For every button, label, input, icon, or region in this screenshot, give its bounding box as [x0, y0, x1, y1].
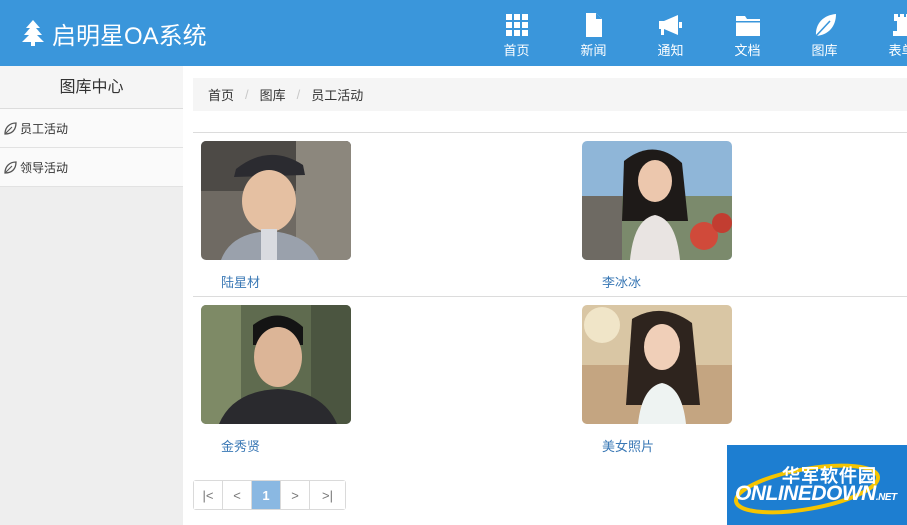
- nav-item-news[interactable]: 新闻: [555, 0, 632, 66]
- photo-caption[interactable]: 金秀贤: [201, 436, 351, 455]
- sidebar-item-label: 领导活动: [20, 160, 69, 175]
- pagination-next[interactable]: >: [281, 481, 310, 509]
- megaphone-icon: [658, 15, 682, 35]
- pagination: |< < 1 > >|: [193, 480, 346, 510]
- main-nav: 首页 新闻 通知 文档 图库 表: [478, 0, 907, 66]
- pagination-first[interactable]: |<: [194, 481, 223, 509]
- pagination-prev[interactable]: <: [223, 481, 252, 509]
- photo-caption[interactable]: 李冰冰: [582, 272, 732, 291]
- breadcrumb-separator: /: [296, 87, 301, 102]
- nav-item-gallery[interactable]: 图库: [786, 0, 863, 66]
- nav-label: 通知: [657, 43, 684, 58]
- grid-icon: [505, 14, 528, 36]
- watermark-en-text: ONLINEDOWN.NET: [735, 482, 897, 505]
- watermark-logo: 华军软件园 ONLINEDOWN.NET: [727, 445, 907, 525]
- leaf-icon: [4, 160, 17, 174]
- document-icon: [585, 13, 602, 37]
- app-title: 启明星OA系统: [52, 22, 207, 50]
- sidebar-item-label: 员工活动: [20, 121, 69, 136]
- photo-thumbnail[interactable]: [582, 305, 732, 424]
- pagination-current-page[interactable]: 1: [252, 481, 281, 509]
- photo-thumbnail[interactable]: [201, 305, 351, 424]
- gallery-card: 陆星材: [201, 141, 351, 291]
- breadcrumb-current: 员工活动: [311, 88, 364, 103]
- nav-item-home[interactable]: 首页: [478, 0, 555, 66]
- leaf-icon: [4, 121, 17, 135]
- gallery-card: 金秀贤: [201, 305, 351, 455]
- brand[interactable]: 启明星OA系统: [22, 17, 207, 50]
- nav-label: 新闻: [580, 43, 607, 58]
- sidebar-title: 图库中心: [0, 66, 183, 109]
- nav-label: 文档: [734, 43, 761, 58]
- nav-item-forms[interactable]: 表单: [863, 0, 907, 66]
- gallery-card: 美女照片: [582, 305, 732, 455]
- breadcrumb-gallery[interactable]: 图库: [260, 85, 286, 104]
- nav-item-documents[interactable]: 文档: [709, 0, 786, 66]
- divider: [193, 296, 907, 297]
- nav-label: 表单: [888, 43, 907, 58]
- nav-item-notice[interactable]: 通知: [632, 0, 709, 66]
- photo-caption[interactable]: 陆星材: [201, 272, 351, 291]
- gallery-card: 李冰冰: [582, 141, 732, 291]
- top-navbar: 启明星OA系统 首页 新闻 通知 文档 图库 表: [0, 0, 907, 66]
- nav-label: 图库: [811, 43, 838, 58]
- folder-icon: [735, 16, 760, 36]
- tree-icon: [22, 20, 44, 46]
- breadcrumb-separator: /: [245, 87, 249, 102]
- sidebar-item-leader-activities[interactable]: 领导活动: [0, 148, 183, 187]
- sidebar: 图库中心 员工活动 领导活动: [0, 66, 183, 525]
- breadcrumb: 首页 / 图库 / 员工活动: [193, 78, 907, 111]
- pagination-last[interactable]: >|: [310, 481, 345, 509]
- breadcrumb-home[interactable]: 首页: [208, 85, 234, 104]
- sidebar-item-staff-activities[interactable]: 员工活动: [0, 109, 183, 148]
- divider: [193, 132, 907, 133]
- chess-rook-icon: [892, 14, 907, 36]
- photo-thumbnail[interactable]: [201, 141, 351, 260]
- photo-caption[interactable]: 美女照片: [582, 436, 732, 455]
- leaf-icon: [814, 14, 836, 37]
- photo-thumbnail[interactable]: [582, 141, 732, 260]
- nav-label: 首页: [503, 43, 530, 58]
